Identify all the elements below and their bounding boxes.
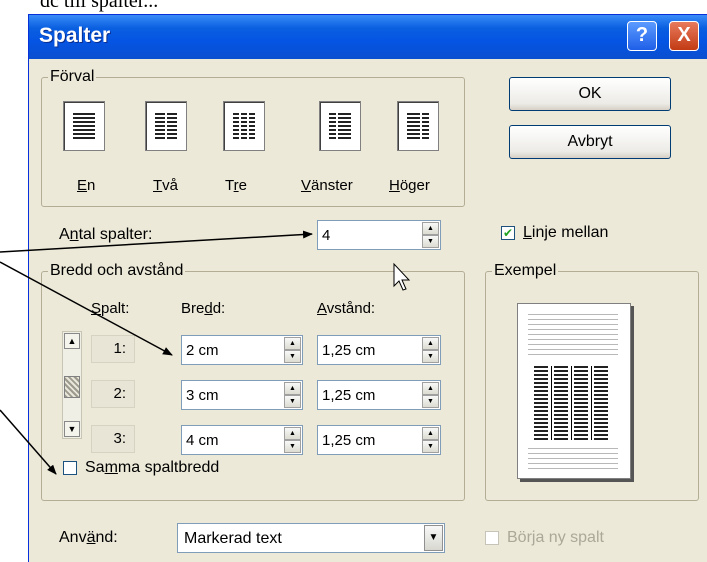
preset-left-label: Vänster xyxy=(301,177,353,194)
col-number-1: 1: xyxy=(91,335,135,363)
three-columns-icon xyxy=(233,113,255,139)
chevron-down-icon[interactable]: ▼ xyxy=(424,525,443,551)
left-columns-icon xyxy=(329,113,351,139)
preset-two-label: Två xyxy=(153,177,179,194)
spin-up-icon[interactable]: ▲ xyxy=(422,382,439,395)
width-spacing-legend: Bredd och avstånd xyxy=(48,262,186,280)
width-header: Bredd: xyxy=(181,300,226,317)
new-column-label: Börja ny spalt xyxy=(507,529,604,546)
width-spinner-2[interactable]: 3 cm ▲ ▼ xyxy=(181,380,303,410)
spin-up-icon[interactable]: ▲ xyxy=(284,427,301,440)
presets-legend: Förval xyxy=(48,68,97,86)
width-value-3: 4 cm xyxy=(186,432,219,449)
equal-width-checkbox[interactable] xyxy=(63,461,77,475)
preset-one-button[interactable] xyxy=(63,101,105,151)
title-bar[interactable]: Spalter ? X xyxy=(29,15,707,59)
two-columns-icon xyxy=(155,113,177,139)
preset-right-label: Höger xyxy=(389,177,430,194)
apply-to-value: Markerad text xyxy=(184,530,282,547)
spacing-header: Avstånd: xyxy=(317,300,376,317)
preset-right-button[interactable] xyxy=(397,101,439,151)
preview-column xyxy=(554,366,568,440)
width-value-1: 2 cm xyxy=(186,342,219,359)
spin-down-icon[interactable]: ▼ xyxy=(284,350,301,363)
spin-up-icon[interactable]: ▲ xyxy=(422,427,439,440)
width-value-2: 3 cm xyxy=(186,387,219,404)
preset-three-label: Tre xyxy=(225,177,247,194)
help-button[interactable]: ? xyxy=(627,21,657,51)
new-column-checkbox xyxy=(485,531,499,545)
one-column-icon xyxy=(73,113,95,139)
spin-down-icon[interactable]: ▼ xyxy=(284,395,301,408)
page-preview xyxy=(517,303,631,479)
spin-down-icon[interactable]: ▼ xyxy=(422,235,439,248)
preview-legend: Exempel xyxy=(492,262,559,280)
spacing-spinner-3[interactable]: 1,25 cm ▲ ▼ xyxy=(317,425,441,455)
spin-down-icon[interactable]: ▼ xyxy=(422,350,439,363)
width-spinner-1[interactable]: 2 cm ▲ ▼ xyxy=(181,335,303,365)
close-icon: X xyxy=(677,24,691,46)
spin-up-icon[interactable]: ▲ xyxy=(284,382,301,395)
spacing-value-1: 1,25 cm xyxy=(322,342,376,359)
columns-dialog: Spalter ? X Förval En Två Tre Vänster Hö… xyxy=(28,14,707,562)
spacing-value-3: 1,25 cm xyxy=(322,432,376,449)
document-text-fragment: dc till spalter... xyxy=(40,0,159,12)
preset-left-button[interactable] xyxy=(319,101,361,151)
spacing-spinner-1[interactable]: 1,25 cm ▲ ▼ xyxy=(317,335,441,365)
preview-column xyxy=(534,366,548,440)
apply-to-select[interactable]: Markerad text ▼ xyxy=(177,523,445,553)
line-between-checkbox[interactable]: ✔ xyxy=(501,226,515,240)
col-number-3: 3: xyxy=(91,425,135,453)
num-columns-value: 4 xyxy=(322,227,331,244)
line-between-label: Linje mellan xyxy=(523,224,609,241)
right-columns-icon xyxy=(407,113,429,139)
cancel-button[interactable]: Avbryt xyxy=(509,125,671,159)
width-spinner-3[interactable]: 4 cm ▲ ▼ xyxy=(181,425,303,455)
close-button[interactable]: X xyxy=(669,21,699,51)
col-header: Spalt: xyxy=(91,300,130,317)
preset-two-button[interactable] xyxy=(145,101,187,151)
spin-down-icon[interactable]: ▼ xyxy=(422,395,439,408)
ok-button[interactable]: OK xyxy=(509,77,671,111)
spin-up-icon[interactable]: ▲ xyxy=(422,222,439,235)
scroll-up-icon[interactable]: ▲ xyxy=(64,333,80,349)
preview-column xyxy=(574,366,588,440)
scroll-thumb[interactable] xyxy=(64,376,80,398)
spin-down-icon[interactable]: ▼ xyxy=(284,440,301,453)
spacing-value-2: 1,25 cm xyxy=(322,387,376,404)
spin-up-icon[interactable]: ▲ xyxy=(422,337,439,350)
col-number-2: 2: xyxy=(91,380,135,408)
scroll-down-icon[interactable]: ▼ xyxy=(64,421,80,437)
preset-three-button[interactable] xyxy=(223,101,265,151)
spin-down-icon[interactable]: ▼ xyxy=(422,440,439,453)
spin-up-icon[interactable]: ▲ xyxy=(284,337,301,350)
preset-one-label: En xyxy=(77,177,96,194)
equal-width-label: Samma spaltbredd xyxy=(85,459,220,476)
dialog-title: Spalter xyxy=(39,24,111,47)
apply-label: Använd: xyxy=(59,529,118,546)
help-icon: ? xyxy=(635,24,649,46)
num-columns-spinner[interactable]: 4 ▲ ▼ xyxy=(317,220,441,250)
preview-column xyxy=(594,366,608,440)
spacing-spinner-2[interactable]: 1,25 cm ▲ ▼ xyxy=(317,380,441,410)
num-columns-label: Antal spalter: xyxy=(59,226,153,243)
column-scrollbar[interactable]: ▲ ▼ xyxy=(62,331,82,439)
